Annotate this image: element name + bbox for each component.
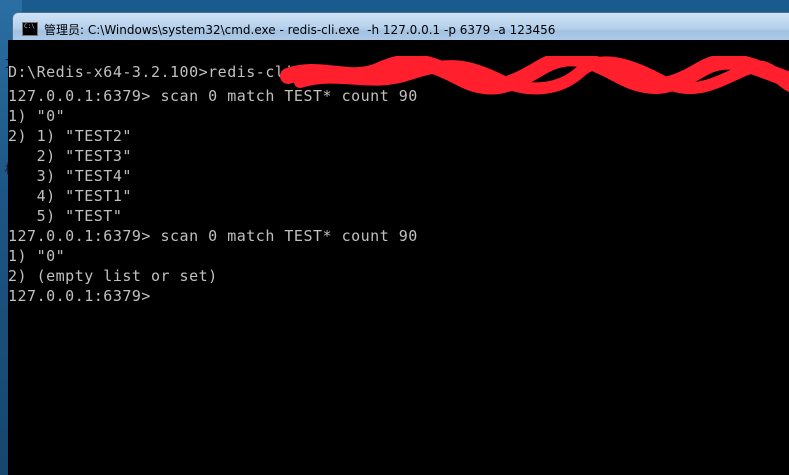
cmd-app-icon[interactable]: C:\: [22, 22, 38, 36]
console-line: 3) "TEST4": [8, 167, 132, 185]
console-line: D:\Redis-x64-3.2.100>redis-cli: [8, 63, 294, 81]
console-line: 127.0.0.1:6379> scan 0 match TEST* count…: [8, 227, 418, 245]
window-title: 管理员: C:\Windows\system32\cmd.exe - redis…: [44, 23, 556, 37]
console-line: 127.0.0.1:6379> scan 0 match TEST* count…: [8, 87, 418, 105]
console-output[interactable]: D:\Redis-x64-3.2.100>redis-cli 127.0.0.1…: [8, 40, 789, 475]
console-line: 2) 1) "TEST2": [8, 127, 132, 145]
console-line: 2) (empty list or set): [8, 267, 218, 285]
console-line: 4) "TEST1": [8, 187, 132, 205]
console-line: 1) "0": [8, 107, 66, 125]
console-line: 127.0.0.1:6379>: [8, 287, 151, 305]
console-line: 5) "TEST": [8, 207, 123, 225]
console-line: 1) "0": [8, 247, 66, 265]
console-line: 2) "TEST3": [8, 147, 132, 165]
cmd-app-icon-text: C:\: [24, 23, 35, 30]
